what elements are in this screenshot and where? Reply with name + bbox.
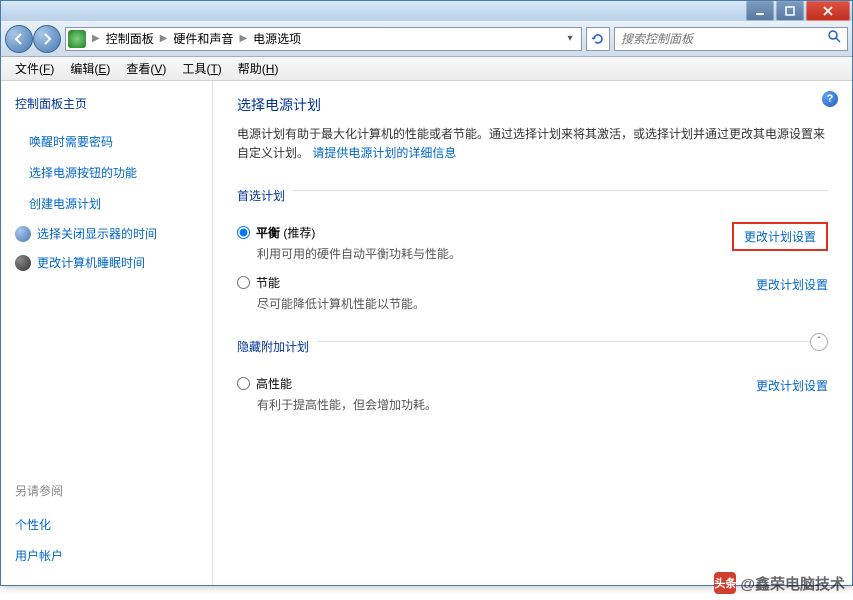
window: ▶ 控制面板 ▶ 硬件和声音 ▶ 电源选项 ▾ 文件(F) 编辑(E) 查看(V…	[0, 0, 853, 586]
sidebar-home[interactable]: 控制面板主页	[15, 95, 212, 112]
section-preferred: 首选计划	[237, 187, 285, 204]
menu-help[interactable]: 帮助(H)	[230, 57, 287, 80]
crumb-power[interactable]: 电源选项	[249, 30, 305, 47]
divider	[293, 190, 828, 191]
menu-file[interactable]: 文件(F)	[7, 57, 62, 80]
sidebar-item-display-off[interactable]: 选择关闭显示器的时间	[15, 225, 212, 242]
address-bar[interactable]: ▶ 控制面板 ▶ 硬件和声音 ▶ 电源选项 ▾	[65, 27, 582, 51]
plan-balanced-desc: 利用可用的硬件自动平衡功耗与性能。	[257, 245, 732, 262]
plan-saver-radio[interactable]: 节能	[237, 274, 756, 291]
see-also-heading: 另请参阅	[15, 482, 212, 499]
plan-high-radio[interactable]: 高性能	[237, 375, 756, 392]
change-plan-link-saver[interactable]: 更改计划设置	[756, 274, 828, 293]
crumb-hardware[interactable]: 硬件和声音	[169, 30, 237, 47]
content: ? 选择电源计划 电源计划有助于最大化计算机的性能或者节能。通过选择计划来将其激…	[213, 81, 852, 585]
collapse-button[interactable]: ˆ	[810, 333, 828, 351]
page-title: 选择电源计划	[237, 95, 828, 115]
info-link[interactable]: 请提供电源计划的详细信息	[312, 146, 456, 160]
plan-saver-desc: 尽可能降低计算机性能以节能。	[257, 295, 756, 312]
sidebar-link-wake-password[interactable]: 唤醒时需要密码	[29, 133, 212, 150]
plan-high: 高性能 有利于提高性能，但会增加功耗。 更改计划设置	[237, 369, 828, 419]
search-box[interactable]	[614, 27, 848, 51]
chevron-right-icon: ▶	[90, 33, 102, 44]
menu-edit[interactable]: 编辑(E)	[62, 57, 118, 80]
sidebar-item-sleep[interactable]: 更改计算机睡眠时间	[15, 254, 212, 271]
control-panel-icon	[68, 30, 86, 48]
search-input[interactable]	[621, 32, 827, 46]
forward-button[interactable]	[33, 25, 61, 53]
shield-icon	[15, 226, 31, 242]
navbar: ▶ 控制面板 ▶ 硬件和声音 ▶ 电源选项 ▾	[1, 21, 852, 57]
titlebar	[1, 1, 852, 21]
help-icon[interactable]: ?	[822, 91, 838, 107]
plan-high-desc: 有利于提高性能，但会增加功耗。	[257, 396, 756, 413]
sidebar-link-power-button[interactable]: 选择电源按钮的功能	[29, 164, 212, 181]
sidebar-item-label: 更改计算机睡眠时间	[37, 254, 145, 271]
radio-input[interactable]	[237, 276, 250, 289]
refresh-button[interactable]	[586, 27, 610, 51]
divider	[317, 341, 810, 342]
search-icon[interactable]	[827, 29, 841, 48]
crumb-root[interactable]: 控制面板	[102, 30, 158, 47]
change-plan-link-balanced[interactable]: 更改计划设置	[732, 222, 828, 251]
change-plan-link-high[interactable]: 更改计划设置	[756, 375, 828, 394]
close-button[interactable]	[806, 1, 850, 21]
maximize-button[interactable]	[776, 1, 804, 21]
section-hidden: 隐藏附加计划	[237, 338, 309, 355]
sidebar-link-create-plan[interactable]: 创建电源计划	[29, 195, 212, 212]
sidebar-link-accounts[interactable]: 用户帐户	[15, 547, 212, 564]
body: 控制面板主页 唤醒时需要密码 选择电源按钮的功能 创建电源计划 选择关闭显示器的…	[1, 81, 852, 585]
radio-input[interactable]	[237, 226, 250, 239]
chevron-right-icon: ▶	[237, 33, 249, 44]
plan-balanced-radio[interactable]: 平衡 (推荐)	[237, 224, 732, 241]
plan-balanced: 平衡 (推荐) 利用可用的硬件自动平衡功耗与性能。 更改计划设置	[237, 218, 828, 268]
sidebar-link-personalize[interactable]: 个性化	[15, 516, 212, 533]
minimize-button[interactable]	[746, 1, 774, 21]
chevron-right-icon: ▶	[158, 33, 170, 44]
shield-icon	[15, 255, 31, 271]
address-dropdown[interactable]: ▾	[561, 33, 579, 44]
menu-view[interactable]: 查看(V)	[118, 57, 174, 80]
menu-bar: 文件(F) 编辑(E) 查看(V) 工具(T) 帮助(H)	[1, 57, 852, 81]
sidebar: 控制面板主页 唤醒时需要密码 选择电源按钮的功能 创建电源计划 选择关闭显示器的…	[1, 81, 213, 585]
radio-input[interactable]	[237, 377, 250, 390]
plan-saver: 节能 尽可能降低计算机性能以节能。 更改计划设置	[237, 268, 828, 318]
back-button[interactable]	[5, 25, 33, 53]
page-description: 电源计划有助于最大化计算机的性能或者节能。通过选择计划来将其激活，或选择计划并通…	[237, 125, 828, 163]
menu-tools[interactable]: 工具(T)	[174, 57, 229, 80]
sidebar-item-label: 选择关闭显示器的时间	[37, 225, 157, 242]
